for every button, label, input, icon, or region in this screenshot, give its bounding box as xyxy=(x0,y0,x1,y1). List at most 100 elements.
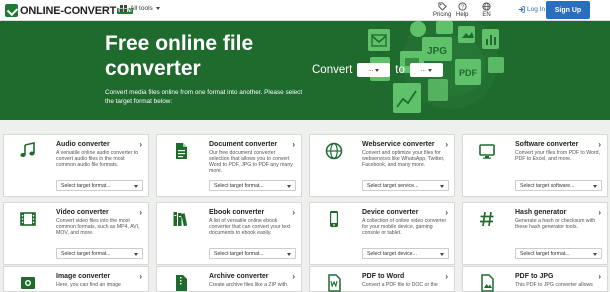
chevron-right-icon: › xyxy=(139,140,142,149)
card-title: Device converter xyxy=(362,209,419,216)
chevron-down-icon xyxy=(287,185,291,188)
all-tools-menu[interactable]: All tools xyxy=(120,5,160,12)
chevron-down-icon xyxy=(155,7,160,10)
target-format-select[interactable]: ... xyxy=(409,63,443,77)
chevron-down-icon xyxy=(593,253,597,256)
login-link[interactable]: Log In xyxy=(518,6,545,13)
chevron-right-icon: › xyxy=(598,140,601,149)
software-converter-card[interactable]: Software converter › Convert your files … xyxy=(462,134,608,197)
card-title: Ebook converter xyxy=(209,209,265,216)
target-service-dropdown[interactable]: Select target service... xyxy=(362,180,449,191)
chevron-down-icon xyxy=(375,68,380,72)
pricing-link[interactable]: Pricing xyxy=(433,2,451,18)
archive-icon xyxy=(176,275,187,291)
source-format-select[interactable]: ... xyxy=(357,63,391,77)
chevron-right-icon: › xyxy=(139,208,142,217)
login-icon xyxy=(518,6,525,13)
help-link[interactable]: ? Help xyxy=(456,2,468,18)
signup-button[interactable]: Sign Up xyxy=(546,1,590,19)
card-title: Software converter xyxy=(515,141,579,148)
card-description: Generate a hash or checksum with these h… xyxy=(515,218,596,231)
target-device-dropdown[interactable]: Select target device... xyxy=(362,248,449,259)
card-description: Convert a PDF file to DOC or the xyxy=(362,282,438,288)
document-icon xyxy=(176,143,187,159)
svg-text:PDF: PDF xyxy=(459,68,478,78)
chevron-right-icon: › xyxy=(445,272,448,281)
card-description: Create archive files like a ZIP with xyxy=(209,282,288,288)
svg-text:JPG: JPG xyxy=(427,46,447,57)
chevron-right-icon: › xyxy=(292,272,295,281)
hash-icon xyxy=(480,211,494,227)
monitor-icon xyxy=(479,144,495,159)
archive-converter-card[interactable]: Archive converter › Create archive files… xyxy=(156,266,302,292)
chevron-down-icon xyxy=(287,253,291,256)
chevron-down-icon xyxy=(134,185,138,188)
language-selector[interactable]: EN xyxy=(482,2,491,18)
card-title: Image converter xyxy=(56,273,111,280)
quick-convert-row: Convert ... to ... xyxy=(312,63,443,77)
hero-banner: JPG PDF Free online file converter Conve… xyxy=(0,21,610,120)
chevron-right-icon: › xyxy=(292,140,295,149)
grid-icon xyxy=(120,5,127,12)
source-format-value: ... xyxy=(368,67,374,73)
chevron-down-icon xyxy=(440,185,444,188)
webservice-converter-card[interactable]: Webservice converter › Convert and optim… xyxy=(309,134,455,197)
top-navigation-bar: ONLINE-CONVERTCOM All tools Pricing ? He… xyxy=(0,0,610,21)
pdf-to-jpg-card[interactable]: PDF to JPG › This PDF to JPG converter a… xyxy=(462,266,608,292)
pdf-jpg-icon xyxy=(481,274,494,292)
globe-icon xyxy=(482,2,491,11)
video-converter-card[interactable]: Video converter › Convert video files in… xyxy=(3,202,149,265)
card-title: Document converter xyxy=(209,141,278,148)
chevron-right-icon: › xyxy=(445,140,448,149)
card-description: Convert and optimize your files for webs… xyxy=(362,150,445,169)
ebook-converter-card[interactable]: Ebook converter › A list of versatile on… xyxy=(156,202,302,265)
target-software-dropdown[interactable]: Select target software... xyxy=(515,180,602,191)
card-description: A versatile online audio converter to co… xyxy=(56,150,139,169)
card-title: Webservice converter xyxy=(362,141,435,148)
chevron-right-icon: › xyxy=(445,208,448,217)
chevron-down-icon xyxy=(427,68,432,72)
all-tools-label: All tools xyxy=(130,5,153,12)
chevron-right-icon: › xyxy=(292,208,295,217)
card-description: A collection of online video converter f… xyxy=(362,218,447,237)
pricing-label: Pricing xyxy=(433,12,452,18)
image-converter-card[interactable]: Image converter › Here, you can find an … xyxy=(3,266,149,292)
card-description: Our free document converter selection th… xyxy=(209,150,293,175)
hash-generator-card[interactable]: Hash generator › Generate a hash or chec… xyxy=(462,202,608,265)
document-converter-card[interactable]: Document converter › Our free document c… xyxy=(156,134,302,197)
hero-title: Free online file converter xyxy=(105,32,254,80)
card-description: Convert your files from PDF to Word, PDF… xyxy=(515,150,600,163)
chevron-right-icon: › xyxy=(139,272,142,281)
svg-text:?: ? xyxy=(461,5,464,11)
device-converter-card[interactable]: Device converter › A collection of onlin… xyxy=(309,202,455,265)
target-format-dropdown[interactable]: Select target format... xyxy=(515,248,602,259)
film-icon xyxy=(20,212,36,226)
logo-check-icon xyxy=(5,4,18,17)
card-description: This PDF to JPG converter allows xyxy=(515,282,593,288)
music-note-icon xyxy=(20,142,35,157)
to-label: to xyxy=(395,64,405,76)
target-format-dropdown[interactable]: Select target format... xyxy=(56,180,143,191)
target-format-dropdown[interactable]: Select target format... xyxy=(56,248,143,259)
pdf-word-icon xyxy=(328,274,341,292)
card-title: Hash generator xyxy=(515,209,567,216)
card-description: Here, you can find an image xyxy=(56,282,121,288)
card-title: Video converter xyxy=(56,209,109,216)
card-title: Archive converter xyxy=(209,273,269,280)
target-format-dropdown[interactable]: Select target format... xyxy=(209,180,296,191)
target-format-dropdown[interactable]: Select target format... xyxy=(209,248,296,259)
site-logo[interactable]: ONLINE-CONVERTCOM xyxy=(5,3,133,18)
card-description: A list of versatile online ebook convert… xyxy=(209,218,291,237)
card-description: Convert video files into the most common… xyxy=(56,218,140,237)
chevron-down-icon xyxy=(134,253,138,256)
login-label: Log In xyxy=(527,6,546,13)
card-title: PDF to Word xyxy=(362,273,405,280)
language-label: EN xyxy=(482,12,491,18)
logo-text: ONLINE-CONVERTCOM xyxy=(20,5,133,17)
help-label: Help xyxy=(456,12,469,18)
mobile-icon xyxy=(330,211,338,227)
price-tag-icon xyxy=(438,2,447,11)
audio-converter-card[interactable]: Audio converter › A versatile online aud… xyxy=(3,134,149,197)
globe-icon xyxy=(325,142,343,160)
pdf-to-word-card[interactable]: PDF to Word › Convert a PDF file to DOC … xyxy=(309,266,455,292)
